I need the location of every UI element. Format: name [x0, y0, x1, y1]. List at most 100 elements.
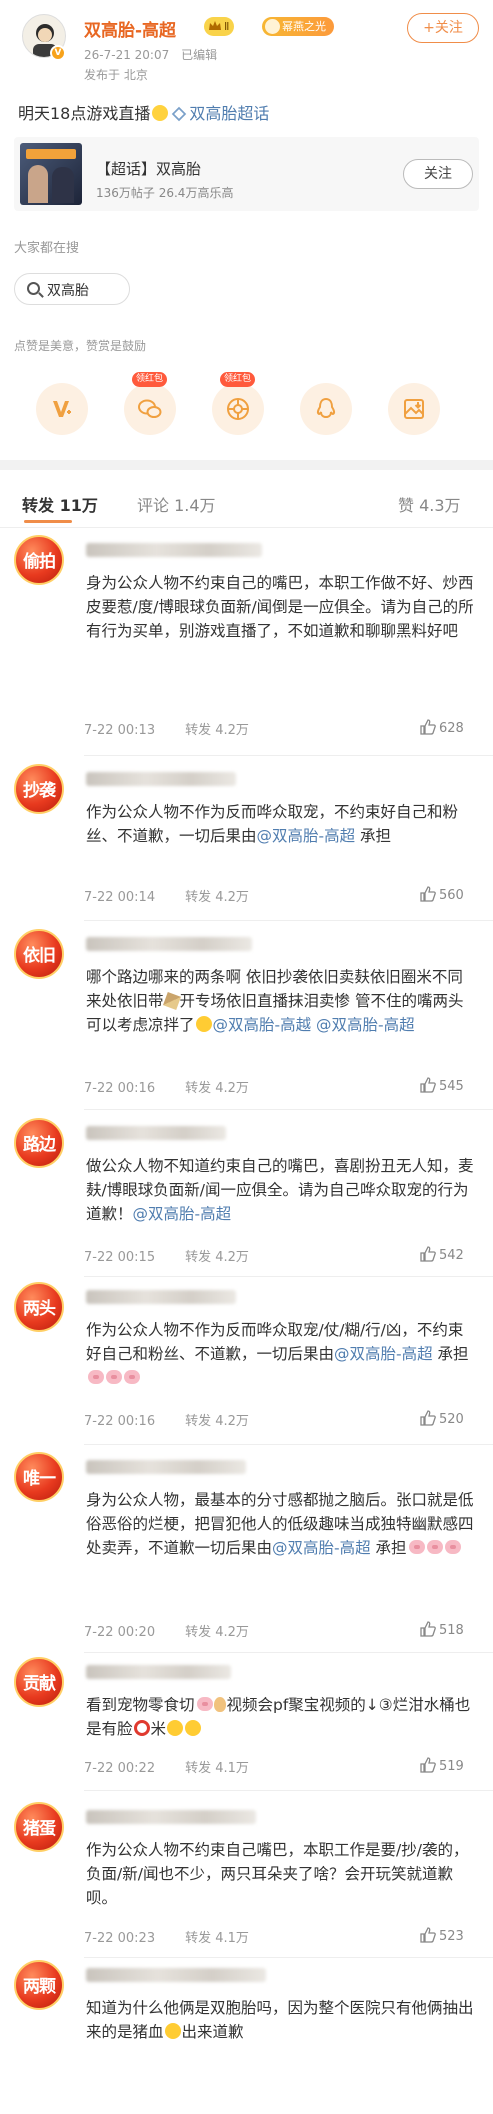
topic-follow-button[interactable]: 关注: [403, 159, 473, 189]
verified-icon: V: [50, 45, 66, 61]
repost-avatar[interactable]: 猪蛋: [14, 1802, 64, 1852]
super-topic-card[interactable]: 【超话】双高胎 136万帖子 26.4万高乐高 关注: [14, 137, 479, 211]
repost-like[interactable]: 545: [420, 1077, 464, 1094]
weibo-share-icon: [53, 401, 71, 417]
repost-avatar[interactable]: 依旧: [14, 929, 64, 979]
repost-username-blurred[interactable]: [86, 543, 262, 557]
repost-item[interactable]: 抄袭 作为公众人物不作为反而哗众取宠，不约束好自己和粉丝、不道歉，一切后果由@双…: [0, 764, 493, 921]
face-emoji-icon: [195, 1016, 212, 1032]
tab-like[interactable]: 赞 4.3万: [398, 492, 461, 516]
mention-link[interactable]: @双高胎-高越 @双高胎-高超: [213, 1016, 415, 1034]
repost-text: 做公众人物不知道约束自己的嘴巴，喜剧扮丑无人知，麦麸/博眼球负面新/闻一应俱全。…: [86, 1154, 476, 1226]
repost-avatar[interactable]: 抄袭: [14, 764, 64, 814]
repost-like[interactable]: 519: [420, 1757, 464, 1774]
fans-badge-icon: [265, 19, 280, 34]
repost-count[interactable]: 转发 4.1万: [185, 1931, 249, 1946]
repost-like[interactable]: 560: [420, 886, 464, 903]
repost-item[interactable]: 偷拍 身为公众人物不约束自己的嘴巴，本职工作做不好、炒西皮要惹/度/博眼球负面新…: [0, 535, 493, 765]
repost-username-blurred[interactable]: [86, 772, 236, 786]
repost-count[interactable]: 转发 4.2万: [185, 1414, 249, 1429]
repost-text-tail: 承担: [432, 1345, 469, 1363]
like-count: 518: [439, 1623, 464, 1638]
mention-link[interactable]: @双高胎-高超: [334, 1345, 433, 1363]
repost-count[interactable]: 转发 4.1万: [185, 1761, 249, 1776]
search-chip[interactable]: 双高胎: [14, 273, 130, 305]
repost-time: 7-22 00:22: [84, 1761, 156, 1776]
repost-like[interactable]: 523: [420, 1927, 464, 1944]
repost-text: 作为公众人物不作为反而哗众取宠，不约束好自己和粉丝、不道歉，一切后果由@双高胎-…: [86, 800, 476, 848]
red-circle-icon: [133, 1720, 150, 1736]
repost-item[interactable]: 依旧 哪个路边哪来的两条啊 依旧抄袭依旧卖麸依旧圈米不同来处依旧带 开专场依旧直播…: [0, 929, 493, 1114]
repost-item[interactable]: 路边 做公众人物不知道约束自己的嘴巴，喜剧扮丑无人知，麦麸/博眼球负面新/闻一应…: [0, 1118, 493, 1278]
repost-text-body-3: 米: [150, 1720, 167, 1738]
like-count: 542: [439, 1248, 464, 1263]
repost-meta: 7-22 00:20 转发 4.2万: [84, 1621, 249, 1640]
topic-link[interactable]: 双高胎超话: [189, 104, 269, 123]
repost-item[interactable]: 两颗 知道为什么他俩是双胞胎吗，因为整个医院只有他俩抽出来的是猪血 出来道歉: [0, 1960, 493, 2114]
repost-text-body-2: 出来道歉: [181, 2023, 244, 2041]
tab-comment[interactable]: 评论 1.4万: [137, 492, 216, 516]
repost-like[interactable]: 628: [420, 719, 464, 736]
repost-avatar[interactable]: 唯一: [14, 1452, 64, 1502]
repost-text-body: 看到宠物零食切: [86, 1696, 195, 1714]
repost-like[interactable]: 520: [420, 1410, 464, 1427]
repost-count[interactable]: 转发 4.2万: [185, 1625, 249, 1640]
repost-username-blurred[interactable]: [86, 1126, 226, 1140]
repost-username-blurred[interactable]: [86, 1810, 256, 1824]
fans-badge-label: 幂燕之光: [282, 20, 326, 33]
post-date: 26-7-21 20:07 已编辑: [84, 46, 217, 63]
section-divider: [0, 460, 493, 470]
repost-username-blurred[interactable]: [86, 1665, 231, 1679]
tab-repost[interactable]: 转发 11万: [22, 492, 98, 516]
qq-share-button[interactable]: [300, 383, 352, 435]
repost-time: 7-22 00:23: [84, 1931, 156, 1946]
like-count: 520: [439, 1412, 464, 1427]
thumbs-up-icon: [420, 1077, 436, 1093]
repost-count[interactable]: 转发 4.2万: [185, 1250, 249, 1265]
repost-item[interactable]: 唯一 身为公众人物，最基本的分寸感都抛之脑后。张口就是低俗恶俗的烂梗，把冒犯他人…: [0, 1452, 493, 1653]
save-image-button[interactable]: [388, 383, 440, 435]
repost-text-tail: 承担: [355, 827, 392, 845]
repost-time: 7-22 00:16: [84, 1414, 156, 1429]
follow-button[interactable]: +关注: [407, 13, 479, 43]
laugh-emoji-icon: [152, 105, 169, 121]
repost-time: 7-22 00:14: [84, 890, 156, 905]
thumbs-up-icon: [420, 1621, 436, 1637]
wechat-share-button[interactable]: 领红包: [124, 372, 176, 435]
mention-link[interactable]: @双高胎-高超: [272, 1539, 371, 1557]
repost-time: 7-22 00:13: [84, 723, 156, 738]
repost-count[interactable]: 转发 4.2万: [185, 1081, 249, 1096]
mention-link[interactable]: @双高胎-高超: [133, 1205, 232, 1223]
repost-text: 作为公众人物不作为反而哗众取宠/仗/糊/行/凶，不约束好自己和粉丝、不道歉，一切…: [86, 1318, 476, 1390]
repost-like[interactable]: 542: [420, 1246, 464, 1263]
repost-avatar[interactable]: 两头: [14, 1282, 64, 1332]
repost-text-tail: 承担: [370, 1539, 407, 1557]
author-name[interactable]: 双高胎-高超: [84, 16, 176, 41]
repost-like[interactable]: 518: [420, 1621, 464, 1638]
like-count: 519: [439, 1759, 464, 1774]
like-hint: 点赞是美意，赞赏是鼓励: [14, 339, 147, 353]
repost-username-blurred[interactable]: [86, 937, 252, 951]
repost-avatar[interactable]: 路边: [14, 1118, 64, 1168]
weibo-share-button[interactable]: [36, 383, 88, 435]
repost-item[interactable]: 两头 作为公众人物不作为反而哗众取宠/仗/糊/行/凶，不约束好自己和粉丝、不道歉…: [0, 1282, 493, 1452]
repost-text: 身为公众人物不约束自己的嘴巴，本职工作做不好、炒西皮要惹/度/博眼球负面新/闻倒…: [86, 574, 474, 640]
edited-label: 已编辑: [181, 48, 218, 62]
mention-link[interactable]: @双高胎-高超: [257, 827, 356, 845]
repost-username-blurred[interactable]: [86, 1290, 236, 1304]
repost-avatar[interactable]: 贡献: [14, 1657, 64, 1707]
hongbao-tag: 领红包: [132, 372, 168, 387]
repost-count[interactable]: 转发 4.2万: [185, 723, 249, 738]
repost-avatar[interactable]: 偷拍: [14, 535, 64, 585]
repost-count[interactable]: 转发 4.2万: [185, 890, 249, 905]
moments-share-button[interactable]: 领红包: [212, 372, 264, 435]
repost-text: 身为公众人物，最基本的分寸感都抛之脑后。张口就是低俗恶俗的烂梗，把冒犯他人的低级…: [86, 1488, 476, 1560]
pig-emoji-icon: [426, 1540, 443, 1554]
repost-username-blurred[interactable]: [86, 1968, 266, 1982]
repost-text: 看到宠物零食切 视频会pf聚宝视频的↓③烂泔水桶也是有脸米: [86, 1693, 476, 1741]
repost-item[interactable]: 猪蛋 作为公众人物不约束自己嘴巴，本职工作是要/抄/袭的，负面/新/闻也不少，两…: [0, 1802, 493, 1958]
repost-text: 哪个路边哪来的两条啊 依旧抄袭依旧卖麸依旧圈米不同来处依旧带 开专场依旧直播抹泪卖…: [86, 965, 476, 1037]
repost-item[interactable]: 贡献 看到宠物零食切 视频会pf聚宝视频的↓③烂泔水桶也是有脸米 7-22 00:…: [0, 1657, 493, 1797]
repost-avatar[interactable]: 两颗: [14, 1960, 64, 2010]
repost-username-blurred[interactable]: [86, 1460, 246, 1474]
